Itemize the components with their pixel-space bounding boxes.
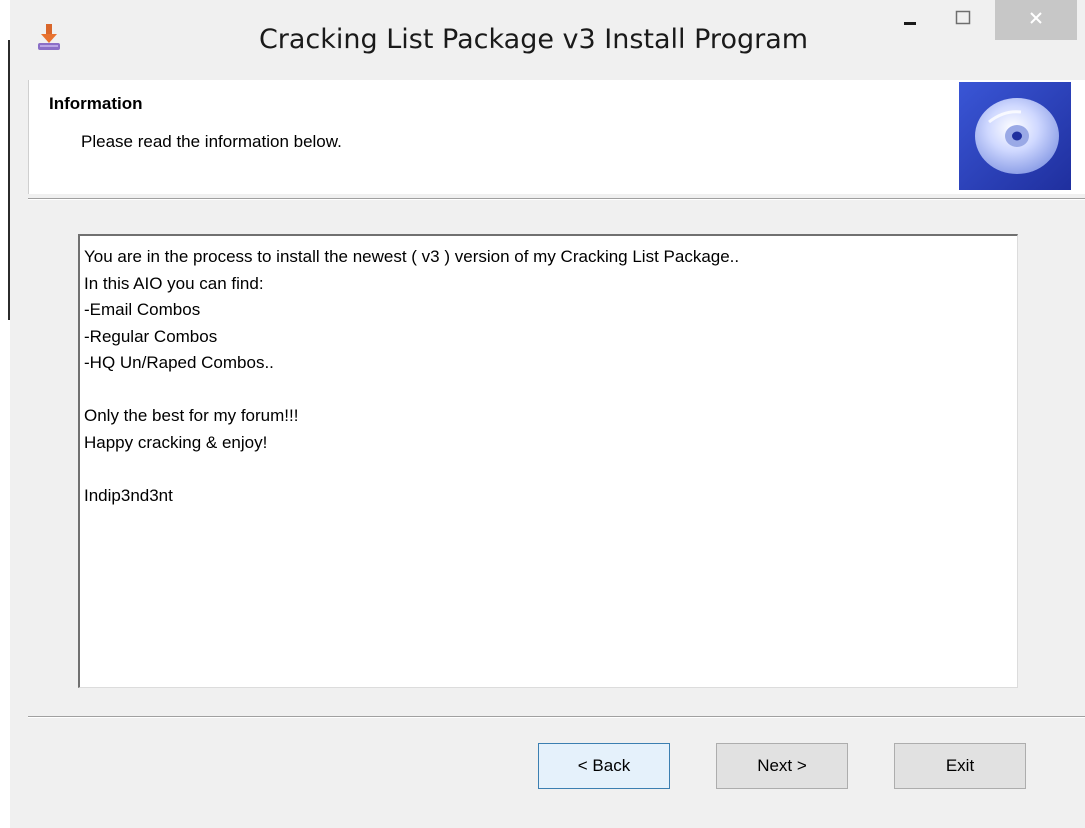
- window-left-edge: [0, 0, 10, 828]
- page-subtitle: Please read the information below.: [81, 132, 342, 151]
- installer-content: Information Please read the information …: [10, 80, 1085, 828]
- information-textbox[interactable]: You are in the process to install the ne…: [78, 234, 1018, 688]
- close-icon: [1028, 10, 1044, 31]
- footer-separator: [28, 716, 1085, 718]
- title-bar[interactable]: Cracking List Package v3 Install Program: [10, 0, 1085, 80]
- cd-disc-icon: [959, 82, 1071, 190]
- close-button[interactable]: [995, 0, 1077, 40]
- header-separator: [28, 198, 1085, 200]
- minimize-icon: [902, 10, 918, 31]
- page-title: Information: [49, 94, 143, 113]
- installer-window: Cracking List Package v3 Install Program…: [0, 0, 1085, 828]
- back-button[interactable]: < Back: [538, 743, 670, 789]
- next-button[interactable]: Next >: [716, 743, 848, 789]
- minimize-button[interactable]: [885, 0, 935, 40]
- maximize-button[interactable]: [938, 0, 988, 40]
- exit-button[interactable]: Exit: [894, 743, 1026, 789]
- header-panel: Information Please read the information …: [28, 80, 1085, 194]
- maximize-icon: [955, 10, 971, 31]
